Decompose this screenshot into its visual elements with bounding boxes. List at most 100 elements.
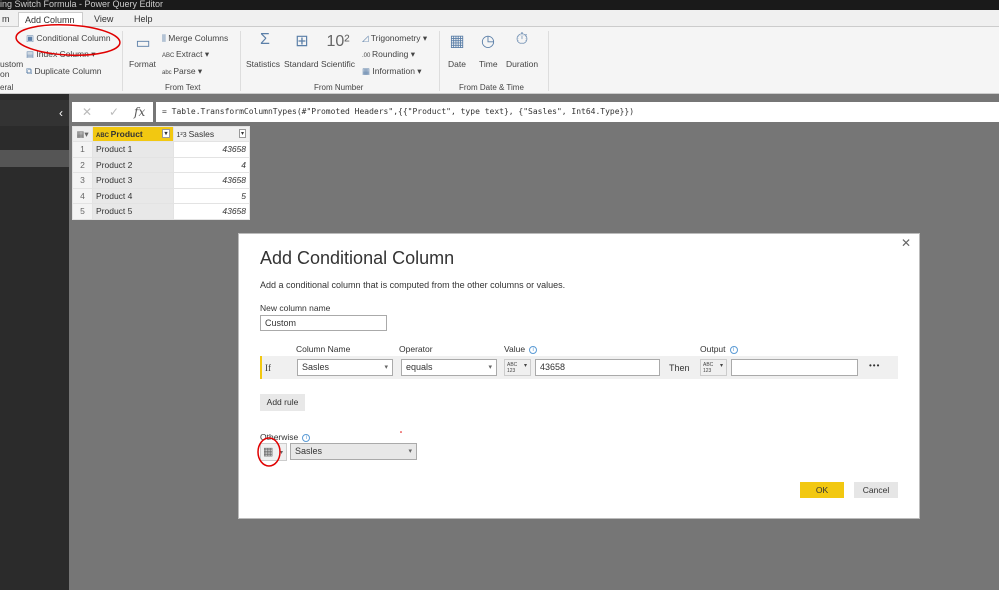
selected-query[interactable] (0, 150, 69, 167)
duplicate-column-label: Duplicate Column (34, 66, 102, 76)
chevron-down-icon: ▾ (488, 364, 492, 371)
cell[interactable]: 43658 (172, 141, 250, 158)
dialog-title: Add Conditional Column (260, 248, 455, 268)
trigonometry-button[interactable]: ◿ Trigonometry ▾ (362, 33, 427, 44)
group-from-number: From Number (314, 83, 364, 92)
cell[interactable]: Product 2 (91, 156, 174, 173)
group-from-date-time: From Date & Time (459, 83, 524, 92)
add-conditional-column-dialog: ✕ Add Conditional Column Add a condition… (238, 233, 920, 519)
time-button[interactable]: Time (479, 59, 498, 69)
column-name: Sasles (188, 129, 215, 139)
extract-label: Extract (176, 49, 203, 59)
more-options-button[interactable]: ••• (869, 361, 880, 370)
info-icon: i (529, 345, 538, 354)
date-icon: ▦ (449, 33, 465, 50)
formula-bar-buttons: ✕ ✓ fx (72, 102, 153, 122)
tab-view[interactable]: View (88, 12, 119, 28)
close-dialog-button[interactable]: ✕ (901, 236, 911, 250)
fx-icon[interactable]: fx (134, 105, 145, 119)
cell[interactable]: Product 5 (91, 203, 174, 220)
trigonometry-icon: ◿ (362, 33, 371, 43)
group-from-text: From Text (165, 83, 201, 92)
merge-columns-button[interactable]: ⫼ Merge Columns (162, 33, 228, 44)
column-header-product[interactable]: ABC Product ▾ (91, 126, 174, 142)
cancel-formula-button[interactable]: ✕ (82, 105, 92, 119)
column-table-icon: ▦ (263, 446, 274, 458)
chevron-down-icon: ▾ (408, 448, 412, 455)
tab-home[interactable]: m (0, 12, 16, 28)
parse-button[interactable]: abc Parse ▾ (162, 66, 202, 77)
tab-add-column[interactable]: Add Column (18, 12, 83, 28)
window-title: ing Switch Formula - Power Query Editor (0, 0, 164, 9)
ok-button[interactable]: OK (800, 482, 844, 498)
standard-button[interactable]: Standard (284, 59, 319, 69)
tab-help[interactable]: Help (128, 12, 159, 28)
info-icon: i (729, 345, 738, 354)
cell[interactable]: 5 (172, 187, 250, 204)
rounding-label: Rounding (372, 49, 409, 59)
then-label: Then (669, 363, 690, 373)
dialog-description: Add a conditional column that is compute… (260, 280, 566, 290)
information-icon: ▦ (362, 66, 373, 76)
table-row: 5 Product 5 43658 (72, 203, 250, 220)
date-button[interactable]: Date (448, 59, 466, 69)
value-type-select[interactable]: ABC 123 ▾ (504, 359, 531, 376)
format-button[interactable]: Format (129, 59, 156, 69)
row-number: 3 (72, 172, 93, 189)
confirm-formula-button[interactable]: ✓ (109, 105, 119, 119)
scientific-button[interactable]: Scientific (321, 59, 355, 69)
rounding-icon: .00 (362, 53, 373, 59)
conditional-column-icon: ▣ (26, 33, 37, 43)
information-button[interactable]: ▦ Information ▾ (362, 66, 422, 77)
chevron-down-icon: ▾ (279, 450, 283, 456)
cell[interactable]: Product 1 (91, 141, 174, 158)
column-name-select[interactable]: Sasles ▾ (297, 359, 393, 376)
table-row: 2 Product 24 (72, 156, 250, 173)
otherwise-type-select[interactable]: ▦ ▾ (260, 443, 287, 461)
row-number: 4 (72, 187, 93, 204)
filter-dropdown-icon[interactable]: ▾ (238, 129, 246, 138)
cancel-button[interactable]: Cancel (854, 482, 898, 498)
column-name: Product (110, 129, 143, 139)
filter-dropdown-icon[interactable]: ▾ (162, 129, 170, 138)
value-input[interactable]: 43658 (535, 359, 660, 376)
cell[interactable]: 43658 (172, 172, 250, 189)
scientific-icon: 10² (326, 33, 350, 50)
conditional-column-button[interactable]: ▣ Conditional Column (26, 33, 111, 44)
information-label: Information (372, 66, 415, 76)
operator-select[interactable]: equals ▾ (401, 359, 497, 376)
duration-button[interactable]: Duration (506, 59, 538, 69)
add-rule-button[interactable]: Add rule (260, 394, 305, 411)
extract-button[interactable]: ABC Extract ▾ (162, 49, 209, 60)
otherwise-column-select[interactable]: Sasles ▾ (290, 443, 417, 460)
rounding-button[interactable]: .00 Rounding ▾ (362, 49, 415, 60)
number-type-icon: 1²3 (176, 132, 189, 139)
cell[interactable]: 4 (172, 156, 250, 173)
custom-column-label[interactable]: ustom (0, 59, 23, 69)
value-header: Value i (504, 344, 538, 354)
duplicate-column-button[interactable]: ⧉ Duplicate Column (26, 66, 102, 77)
info-icon: i (302, 433, 311, 442)
output-input[interactable] (731, 359, 858, 376)
statistics-button[interactable]: Statistics (246, 59, 280, 69)
output-type-select[interactable]: ABC 123 ▾ (700, 359, 727, 376)
new-column-name-input[interactable]: Custom (260, 315, 387, 331)
cell[interactable]: Product 4 (91, 187, 174, 204)
output-type-icon: ABC 123 (703, 362, 714, 374)
row-number: 5 (72, 203, 93, 220)
index-column-button[interactable]: ▤ Index Column ▾ (26, 49, 96, 60)
conditional-column-label: Conditional Column (36, 33, 111, 43)
index-column-icon: ▤ (26, 49, 37, 59)
column-name-header: Column Name (296, 344, 351, 354)
column-header-sasles[interactable]: 1²3 Sasles ▾ (172, 126, 250, 142)
formula-input[interactable]: = Table.TransformColumnTypes(#"Promoted … (156, 102, 999, 122)
cell[interactable]: Product 3 (91, 172, 174, 189)
format-icon: ▭ (135, 35, 151, 52)
collapse-pane-button[interactable]: ‹ (59, 106, 63, 120)
cell[interactable]: 43658 (172, 203, 250, 220)
custom-column-label-2[interactable]: on (0, 69, 9, 79)
group-general: eral (0, 83, 14, 92)
table-menu-icon[interactable]: ▦▾ (72, 126, 93, 142)
queries-pane (0, 94, 69, 590)
index-column-label: Index Column (36, 49, 89, 59)
